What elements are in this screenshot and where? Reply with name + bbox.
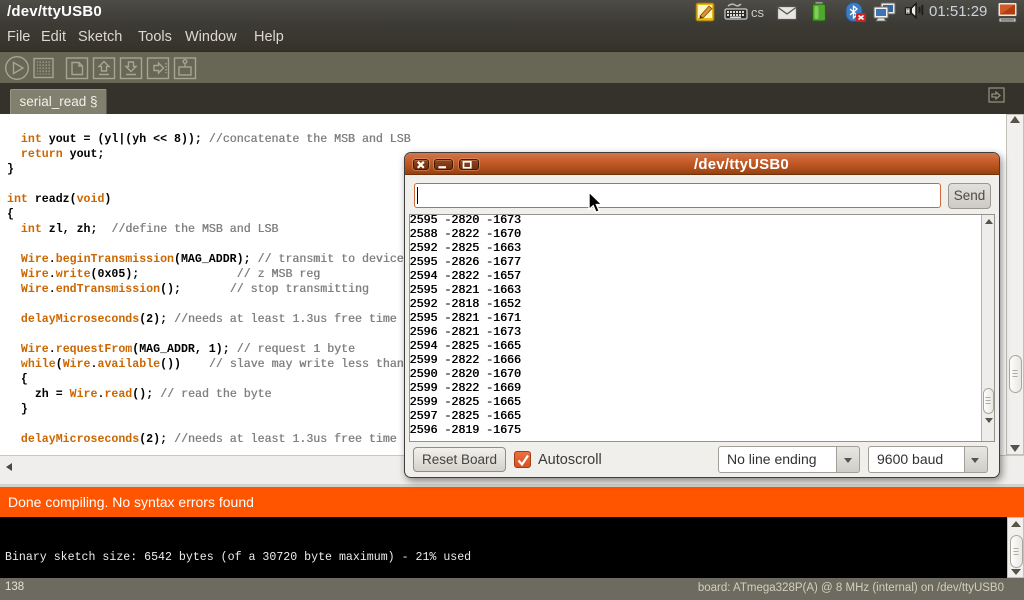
svg-text:cs: cs bbox=[751, 5, 765, 20]
